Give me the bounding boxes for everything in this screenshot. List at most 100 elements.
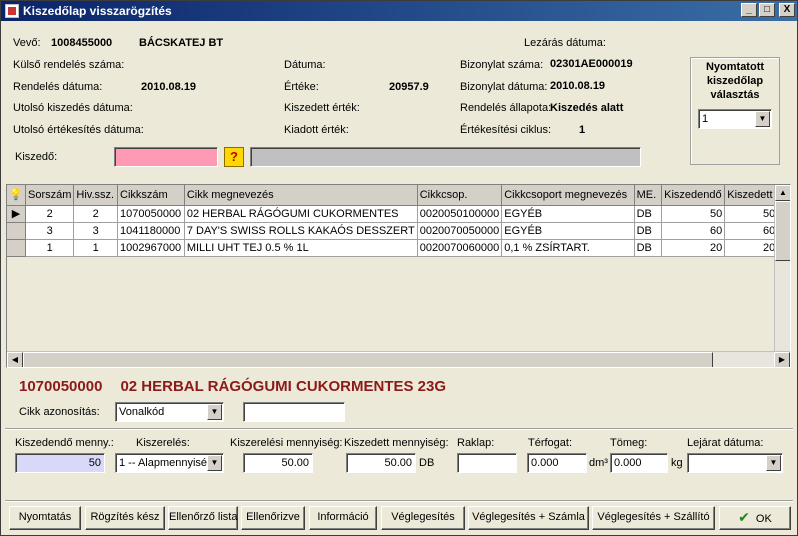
terfogat-unit: dm³ bbox=[589, 457, 608, 469]
print-selection-value: 1 bbox=[702, 113, 709, 125]
cikk-azonositas-select[interactable]: Vonalkód ▼ bbox=[115, 402, 224, 422]
kiszedendo-menny-label: Kiszedendő menny.: bbox=[15, 437, 114, 449]
lezaras-label: Lezárás dátuma: bbox=[524, 37, 606, 49]
grid-header-cikkszam[interactable]: Cikkszám bbox=[117, 185, 185, 206]
grid-horizontal-scrollbar[interactable]: ◀ ▶ bbox=[7, 351, 790, 367]
grid-header-sorszam[interactable]: Sorszám bbox=[25, 185, 75, 206]
kiszedo-input[interactable] bbox=[114, 147, 218, 167]
cell-me[interactable]: DB bbox=[634, 239, 663, 257]
items-grid[interactable]: 💡 Sorszám Hiv.ssz. Cikkszám Cikk megneve… bbox=[6, 184, 791, 368]
ertekesitesi-ciklus-label: Értékesítési ciklus: bbox=[460, 124, 552, 136]
informacio-button[interactable]: Információ bbox=[309, 506, 377, 530]
chevron-down-icon[interactable]: ▼ bbox=[207, 455, 222, 471]
cell-megnevezes[interactable]: 02 HERBAL RÁGÓGUMI CUKORMENTES bbox=[184, 205, 418, 223]
terfogat-field[interactable]: 0.000 bbox=[527, 453, 587, 473]
veglegesites-button[interactable]: Véglegesítés bbox=[381, 506, 465, 530]
cell-kiszedendo[interactable]: 20 bbox=[661, 239, 726, 257]
cell-sorszam[interactable]: 3 bbox=[25, 222, 75, 240]
raklap-field[interactable] bbox=[457, 453, 517, 473]
button-bar-divider bbox=[5, 500, 793, 502]
scroll-left-icon[interactable]: ◀ bbox=[7, 352, 23, 367]
row-selector-icon[interactable] bbox=[7, 239, 26, 257]
utolso-kiszedes-label: Utolsó kiszedés dátuma: bbox=[13, 102, 133, 114]
chevron-down-icon[interactable]: ▼ bbox=[766, 455, 781, 471]
maximize-button[interactable]: □ bbox=[759, 3, 775, 17]
tomeg-field[interactable]: 0.000 bbox=[610, 453, 668, 473]
table-row[interactable]: 1 1 1002967000 MILLI UHT TEJ 0.5 % 1L 00… bbox=[7, 239, 790, 257]
cell-sorszam[interactable]: 1 bbox=[25, 239, 75, 257]
cell-me[interactable]: DB bbox=[634, 205, 663, 223]
nyomtatas-button[interactable]: Nyomtatás bbox=[9, 506, 81, 530]
cell-cikkszam[interactable]: 1070050000 bbox=[117, 205, 185, 223]
help-icon[interactable]: ? bbox=[224, 147, 244, 167]
cikk-azonosito-input[interactable] bbox=[243, 402, 345, 422]
app-icon bbox=[5, 4, 19, 18]
cell-hiv[interactable]: 1 bbox=[73, 239, 118, 257]
row-selector-icon[interactable] bbox=[7, 222, 26, 240]
kiszedendo-menny-field[interactable]: 50 bbox=[15, 453, 105, 473]
kiszedett-mennyiseg-field[interactable]: 50.00 bbox=[346, 453, 416, 473]
table-row[interactable]: ▶ 2 2 1070050000 02 HERBAL RÁGÓGUMI CUKO… bbox=[7, 205, 790, 223]
selected-item-title: 1070050000 02 HERBAL RÁGÓGUMI CUKORMENTES… bbox=[19, 378, 446, 395]
cell-cikkcsop-nev[interactable]: EGYÉB bbox=[501, 205, 635, 223]
cell-cikkszam[interactable]: 1041180000 bbox=[117, 222, 185, 240]
kiszereles-value: 1 -- Alapmennyiség bbox=[119, 457, 207, 469]
cell-cikkcsop[interactable]: 0020050100000 bbox=[417, 205, 503, 223]
kiszedett-mennyiseg-label: Kiszedett mennyiség: bbox=[344, 437, 449, 449]
terfogat-label: Térfogat: bbox=[528, 437, 573, 449]
cell-kiszedendo[interactable]: 50 bbox=[661, 205, 726, 223]
grid-hscroll-thumb[interactable] bbox=[23, 352, 713, 367]
kiszereles-select[interactable]: 1 -- Alapmennyiség ▼ bbox=[115, 453, 224, 473]
veglegesites-szallito-button[interactable]: Véglegesítés + Szállító bbox=[592, 506, 715, 530]
cell-megnevezes[interactable]: 7 DAY'S SWISS ROLLS KAKAÓS DESSZERT bbox=[184, 222, 418, 240]
table-row[interactable]: 3 3 1041180000 7 DAY'S SWISS ROLLS KAKAÓ… bbox=[7, 222, 790, 240]
grid-header-bulb[interactable]: 💡 bbox=[7, 185, 26, 206]
scroll-up-icon[interactable]: ▲ bbox=[775, 185, 790, 201]
grid-vscroll-thumb[interactable] bbox=[775, 201, 790, 261]
grid-header-megnevezes[interactable]: Cikk megnevezés bbox=[184, 185, 418, 206]
cell-cikkcsop-nev[interactable]: 0,1 % ZSÍRTART. bbox=[501, 239, 635, 257]
ellenorzo-lista-button[interactable]: Ellenőrző lista bbox=[168, 506, 238, 530]
print-selection-panel: Nyomtatott kiszedőlap választás 1 ▼ bbox=[690, 57, 780, 165]
cell-hiv[interactable]: 3 bbox=[73, 222, 118, 240]
items-table: 💡 Sorszám Hiv.ssz. Cikkszám Cikk megneve… bbox=[7, 185, 790, 257]
raklap-label: Raklap: bbox=[457, 437, 495, 449]
grid-header-cikkcsop[interactable]: Cikkcsop. bbox=[417, 185, 503, 206]
cell-kiszedett[interactable]: 20 bbox=[724, 239, 779, 257]
scroll-right-icon[interactable]: ▶ bbox=[774, 352, 790, 367]
grid-header-kiszedendo[interactable]: Kiszedendő bbox=[661, 185, 726, 206]
cell-me[interactable]: DB bbox=[634, 222, 663, 240]
kiszedett-ertek-label: Kiszedett érték: bbox=[284, 102, 360, 114]
ellenorizve-button[interactable]: Ellenőrizve bbox=[241, 506, 305, 530]
cell-cikkcsop-nev[interactable]: EGYÉB bbox=[501, 222, 635, 240]
chevron-down-icon[interactable]: ▼ bbox=[207, 404, 222, 420]
lejarat-datuma-select[interactable]: ▼ bbox=[687, 453, 783, 473]
minimize-button[interactable]: _ bbox=[741, 3, 757, 17]
grid-header-me[interactable]: ME. bbox=[634, 185, 663, 206]
grid-header-cikkcsop-nev[interactable]: Cikkcsoport megnevezés bbox=[501, 185, 635, 206]
print-selection-select[interactable]: 1 ▼ bbox=[698, 109, 772, 129]
cell-kiszedett[interactable]: 50 bbox=[724, 205, 779, 223]
cell-cikkcsop[interactable]: 0020070050000 bbox=[417, 222, 503, 240]
title-bar[interactable]: Kiszedőlap visszarögzítés _ □ X bbox=[1, 1, 797, 21]
cell-kiszedett[interactable]: 60 bbox=[724, 222, 779, 240]
cell-cikkszam[interactable]: 1002967000 bbox=[117, 239, 185, 257]
grid-header-kiszedett[interactable]: Kiszedett bbox=[724, 185, 779, 206]
section-divider bbox=[5, 428, 793, 430]
kiszedett-unit: DB bbox=[419, 457, 435, 469]
cell-megnevezes[interactable]: MILLI UHT TEJ 0.5 % 1L bbox=[184, 239, 418, 257]
chevron-down-icon[interactable]: ▼ bbox=[755, 111, 770, 127]
cell-hiv[interactable]: 2 bbox=[73, 205, 118, 223]
grid-header-hiv[interactable]: Hiv.ssz. bbox=[73, 185, 118, 206]
row-selector-icon[interactable]: ▶ bbox=[7, 205, 26, 223]
close-button[interactable]: X bbox=[779, 3, 795, 17]
veglegesites-szamla-button[interactable]: Véglegesítés + Számla bbox=[468, 506, 589, 530]
kiszerelesi-mennyiseg-field[interactable]: 50.00 bbox=[243, 453, 313, 473]
ok-button[interactable]: ✔ OK bbox=[719, 506, 791, 530]
cell-kiszedendo[interactable]: 60 bbox=[661, 222, 726, 240]
grid-vertical-scrollbar[interactable]: ▲ bbox=[774, 185, 790, 351]
cell-cikkcsop[interactable]: 0020070060000 bbox=[417, 239, 503, 257]
cell-sorszam[interactable]: 2 bbox=[25, 205, 75, 223]
checkmark-icon: ✔ bbox=[738, 509, 750, 525]
rogzites-kesz-button[interactable]: Rögzítés kész bbox=[85, 506, 165, 530]
